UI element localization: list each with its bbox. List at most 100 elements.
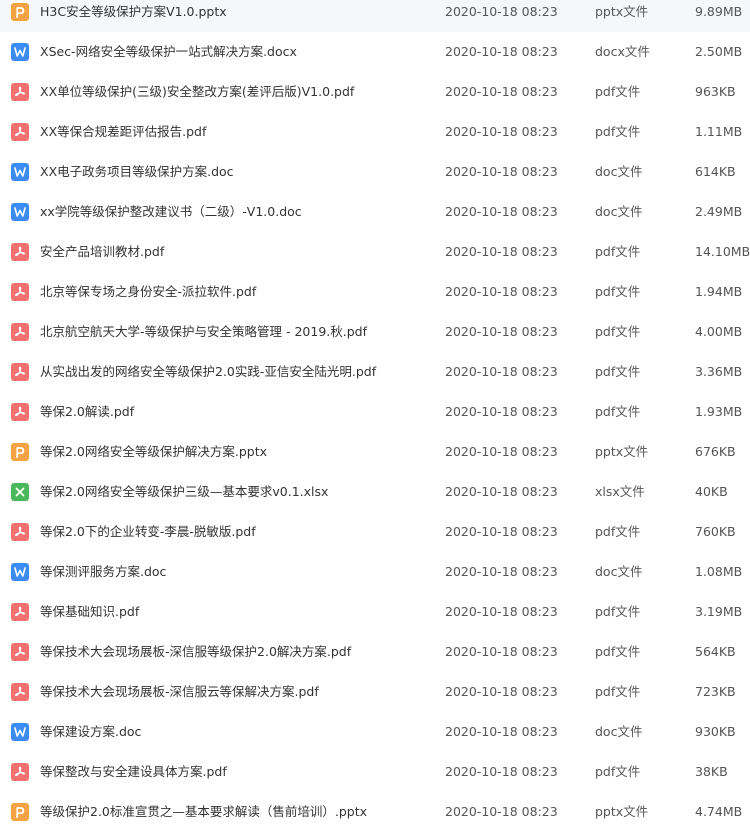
file-row[interactable]: XSec-网络安全等级保护一站式解决方案.docx 2020-10-18 08:2… — [0, 32, 750, 72]
file-name[interactable]: XX电子政务项目等级保护方案.doc — [40, 152, 435, 192]
file-name[interactable]: H3C安全等级保护方案V1.0.pptx — [40, 0, 435, 32]
file-name[interactable]: 等保建设方案.doc — [40, 712, 435, 752]
file-name[interactable]: xx学院等级保护整改建议书（二级）-V1.0.doc — [40, 192, 435, 232]
file-row[interactable]: 安全产品培训教材.pdf 2020-10-18 08:23 pdf文件 14.10MB — [0, 232, 750, 272]
file-row[interactable]: 等保技术大会现场展板-深信服等级保护2.0解决方案.pdf 2020-10-18 … — [0, 632, 750, 672]
file-row[interactable]: 等保2.0网络安全等级保护三级—基本要求v0.1.xlsx 2020-10-18 … — [0, 472, 750, 512]
pdf-file-icon — [11, 323, 29, 341]
file-row[interactable]: 等保测评服务方案.doc 2020-10-18 08:23 doc文件 1.08MB — [0, 552, 750, 592]
file-date: 2020-10-18 08:23 — [445, 364, 558, 379]
file-row[interactable]: xx学院等级保护整改建议书（二级）-V1.0.doc 2020-10-18 08:… — [0, 192, 750, 232]
file-name[interactable]: XSec-网络安全等级保护一站式解决方案.docx — [40, 32, 435, 72]
file-row[interactable]: 等保整改与安全建设具体方案.pdf 2020-10-18 08:23 pdf文件 38… — [0, 752, 750, 792]
file-size: 723KB — [695, 684, 736, 699]
file-row[interactable]: 等保技术大会现场展板-深信服云等保解决方案.pdf 2020-10-18 08:2… — [0, 672, 750, 712]
file-size: 564KB — [695, 644, 736, 659]
file-type: pdf文件 — [595, 684, 641, 699]
file-type: docx文件 — [595, 44, 650, 59]
pdf-file-icon — [11, 683, 29, 701]
file-row[interactable]: H3C安全等级保护方案V1.0.pptx 2020-10-18 08:23 pptx… — [0, 0, 750, 32]
file-name[interactable]: 等保2.0网络安全等级保护三级—基本要求v0.1.xlsx — [40, 472, 435, 512]
file-name[interactable]: 等保技术大会现场展板-深信服云等保解决方案.pdf — [40, 672, 435, 712]
file-size: 40KB — [695, 484, 728, 499]
file-row[interactable]: XX等保合规差距评估报告.pdf 2020-10-18 08:23 pdf文件 1.1… — [0, 112, 750, 152]
file-type: pdf文件 — [595, 524, 641, 539]
file-name[interactable]: 等保整改与安全建设具体方案.pdf — [40, 752, 435, 792]
file-size: 963KB — [695, 84, 736, 99]
file-size: 3.36MB — [695, 364, 743, 379]
file-date: 2020-10-18 08:23 — [445, 724, 558, 739]
excel-file-icon — [11, 483, 29, 501]
file-size: 2.50MB — [695, 44, 743, 59]
file-name[interactable]: 北京等保专场之身份安全-派拉软件.pdf — [40, 272, 435, 312]
file-size: 930KB — [695, 724, 736, 739]
file-size: 676KB — [695, 444, 736, 459]
file-row[interactable]: XX电子政务项目等级保护方案.doc 2020-10-18 08:23 doc文件 6… — [0, 152, 750, 192]
file-name[interactable]: XX等保合规差距评估报告.pdf — [40, 112, 435, 152]
file-list: H3C安全等级保护方案V1.0.pptx 2020-10-18 08:23 pptx… — [0, 0, 750, 832]
word-file-icon — [11, 43, 29, 61]
file-date: 2020-10-18 08:23 — [445, 124, 558, 139]
file-size: 1.08MB — [695, 564, 743, 579]
file-name[interactable]: 北京航空航天大学-等级保护与安全策略管理 - 2019.秋.pdf — [40, 312, 435, 352]
file-date: 2020-10-18 08:23 — [445, 524, 558, 539]
word-file-icon — [11, 563, 29, 581]
file-size: 760KB — [695, 524, 736, 539]
file-date: 2020-10-18 08:23 — [445, 284, 558, 299]
file-row[interactable]: 从实战出发的网络安全等级保护2.0实践-亚信安全陆光明.pdf 2020-10-1… — [0, 352, 750, 392]
file-date: 2020-10-18 08:23 — [445, 204, 558, 219]
file-row[interactable]: XX单位等级保护(三级)安全整改方案(差评后版)V1.0.pdf 2020-10-… — [0, 72, 750, 112]
file-type: pdf文件 — [595, 764, 641, 779]
pdf-file-icon — [11, 123, 29, 141]
file-date: 2020-10-18 08:23 — [445, 4, 558, 19]
file-name[interactable]: 等保技术大会现场展板-深信服等级保护2.0解决方案.pdf — [40, 632, 435, 672]
file-name[interactable]: XX单位等级保护(三级)安全整改方案(差评后版)V1.0.pdf — [40, 72, 435, 112]
file-date: 2020-10-18 08:23 — [445, 84, 558, 99]
file-row[interactable]: 北京等保专场之身份安全-派拉软件.pdf 2020-10-18 08:23 pdf文… — [0, 272, 750, 312]
file-type: doc文件 — [595, 204, 643, 219]
file-name[interactable]: 安全产品培训教材.pdf — [40, 232, 435, 272]
file-date: 2020-10-18 08:23 — [445, 404, 558, 419]
pdf-file-icon — [11, 243, 29, 261]
file-type: pdf文件 — [595, 124, 641, 139]
file-size: 14.10MB — [695, 244, 750, 259]
file-name[interactable]: 等保2.0解读.pdf — [40, 392, 435, 432]
file-type: pptx文件 — [595, 4, 649, 19]
file-date: 2020-10-18 08:23 — [445, 244, 558, 259]
file-type: xlsx文件 — [595, 484, 645, 499]
pdf-file-icon — [11, 523, 29, 541]
file-name[interactable]: 等保2.0下的企业转变-李晨-脱敏版.pdf — [40, 512, 435, 552]
file-type: pdf文件 — [595, 84, 641, 99]
file-name[interactable]: 等保2.0网络安全等级保护解决方案.pptx — [40, 432, 435, 472]
file-date: 2020-10-18 08:23 — [445, 604, 558, 619]
file-row[interactable]: 等保2.0网络安全等级保护解决方案.pptx 2020-10-18 08:23 pp… — [0, 432, 750, 472]
file-row[interactable]: 等保2.0下的企业转变-李晨-脱敏版.pdf 2020-10-18 08:23 pd… — [0, 512, 750, 552]
file-size: 4.00MB — [695, 324, 743, 339]
file-name[interactable]: 从实战出发的网络安全等级保护2.0实践-亚信安全陆光明.pdf — [40, 352, 435, 392]
pdf-file-icon — [11, 403, 29, 421]
file-size: 4.74MB — [695, 804, 743, 819]
file-name[interactable]: 等保基础知识.pdf — [40, 592, 435, 632]
file-type: pdf文件 — [595, 404, 641, 419]
pdf-file-icon — [11, 363, 29, 381]
file-row[interactable]: 等保基础知识.pdf 2020-10-18 08:23 pdf文件 3.19MB — [0, 592, 750, 632]
file-row[interactable]: 等保2.0解读.pdf 2020-10-18 08:23 pdf文件 1.93MB — [0, 392, 750, 432]
file-date: 2020-10-18 08:23 — [445, 684, 558, 699]
pdf-file-icon — [11, 283, 29, 301]
file-date: 2020-10-18 08:23 — [445, 804, 558, 819]
file-date: 2020-10-18 08:23 — [445, 764, 558, 779]
file-type: pdf文件 — [595, 364, 641, 379]
file-size: 614KB — [695, 164, 736, 179]
file-size: 3.19MB — [695, 604, 743, 619]
file-row[interactable]: 等级保护2.0标准宣贯之—基本要求解读（售前培训）.pptx 2020-10-18… — [0, 792, 750, 832]
file-name[interactable]: 等保测评服务方案.doc — [40, 552, 435, 592]
file-type: pptx文件 — [595, 804, 649, 819]
file-size: 2.49MB — [695, 204, 743, 219]
pdf-file-icon — [11, 763, 29, 781]
file-name[interactable]: 等级保护2.0标准宣贯之—基本要求解读（售前培训）.pptx — [40, 792, 435, 832]
file-type: pptx文件 — [595, 444, 649, 459]
file-row[interactable]: 北京航空航天大学-等级保护与安全策略管理 - 2019.秋.pdf 2020-10… — [0, 312, 750, 352]
file-date: 2020-10-18 08:23 — [445, 484, 558, 499]
file-type: doc文件 — [595, 164, 643, 179]
file-row[interactable]: 等保建设方案.doc 2020-10-18 08:23 doc文件 930KB — [0, 712, 750, 752]
